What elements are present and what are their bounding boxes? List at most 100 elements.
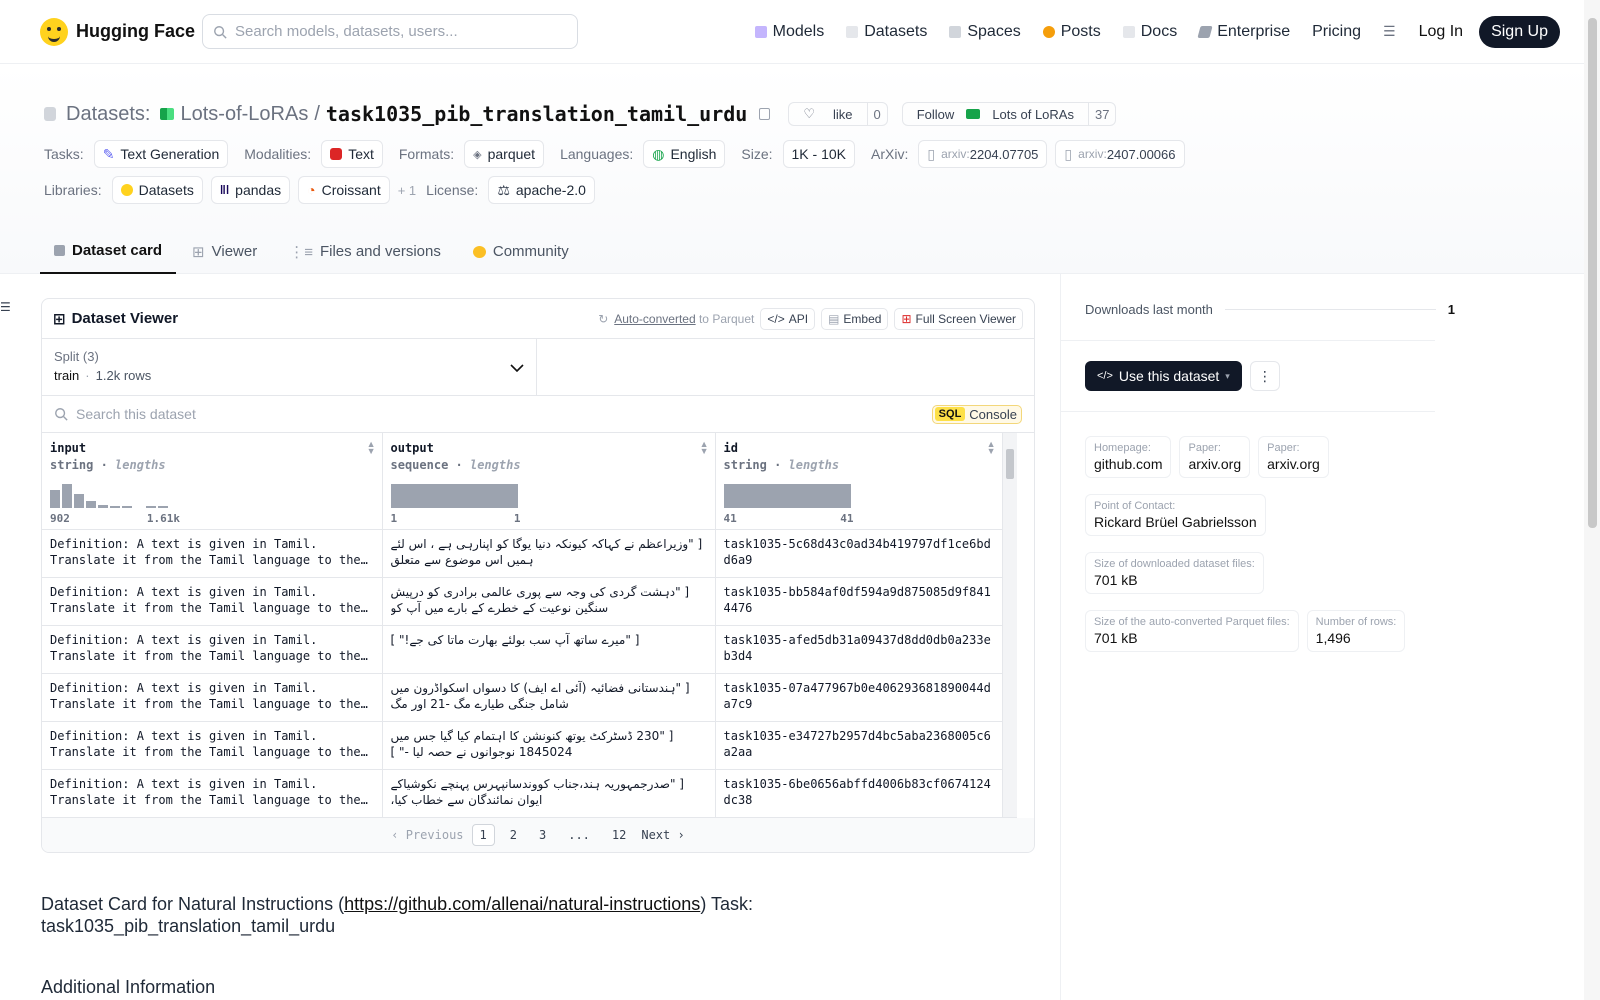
cell-output[interactable]: [ "وزیراعظم نے کہاکہ کیونکہ دنیا یوگا کو… [382, 529, 716, 578]
column-header-output[interactable]: output sequence · lengths 11 ▲ ▼ [382, 433, 716, 530]
brand-name: Hugging Face [76, 21, 196, 41]
table-scrollbar[interactable] [1002, 433, 1017, 818]
table-row[interactable]: Definition: A text is given in Tamil. Tr… [42, 673, 1003, 722]
dataset-search-input[interactable]: Search this dataset SQL Console [42, 396, 1034, 433]
cell-output[interactable]: [ "دہشت گردی کی وجہ سے پوری عالمی برادری… [382, 577, 716, 626]
sort-icon[interactable]: ▲ ▼ [987, 440, 996, 456]
cell-input[interactable]: Definition: A text is given in Tamil. Tr… [42, 577, 383, 626]
brand-logo[interactable]: Hugging Face [40, 17, 202, 46]
like-button[interactable]: ♡ like 0 [788, 102, 888, 126]
next-button[interactable]: Next › [641, 828, 684, 842]
cell-id[interactable]: task1035-6be0656abffd4006b83cf0674124dc3… [715, 769, 1003, 818]
cell-id[interactable]: task1035-afed5db31a09437d8dd0db0a233eb3d… [715, 625, 1003, 674]
table-row[interactable]: Definition: A text is given in Tamil. Tr… [42, 625, 1003, 674]
page-scrollbar[interactable] [1584, 0, 1600, 1000]
section-link[interactable]: Datasets: [66, 103, 150, 126]
page-scrollbar-thumb[interactable] [1588, 18, 1597, 528]
cell-id[interactable]: task1035-bb584af0df594a9d875085d9f841447… [715, 577, 1003, 626]
cell-input[interactable]: Definition: A text is given in Tamil. Tr… [42, 529, 383, 578]
nav-docs[interactable]: Docs [1112, 23, 1188, 41]
task-chip[interactable]: ✎ Text Generation [93, 140, 229, 168]
info-card[interactable]: Homepage: github.com [1085, 436, 1172, 478]
column-name: output [390, 441, 434, 455]
histogram-bar [86, 501, 96, 508]
auto-converted-link[interactable]: Auto-converted to Parquet [614, 312, 754, 326]
more-options-button[interactable]: ⋮ [1249, 361, 1280, 391]
info-card[interactable]: Paper: arxiv.org [1179, 436, 1251, 478]
modality-chip[interactable]: Text [321, 140, 383, 168]
languages-label: Languages: [560, 146, 634, 162]
chat-icon [1042, 25, 1055, 38]
global-search-input[interactable]: Search models, datasets, users... [202, 14, 578, 49]
nav-pricing[interactable]: Pricing [1301, 23, 1372, 41]
cell-output[interactable]: [ "میرے ساتھ آپ سب بولئے بھارت ماتا کی ج… [382, 625, 716, 674]
tab-files[interactable]: ⋮≡ Files and versions [273, 242, 457, 274]
divider [1061, 340, 1435, 341]
format-chip[interactable]: ◈ parquet [464, 140, 545, 168]
library-chip-pandas[interactable]: ǁǀ pandas [210, 176, 291, 204]
table-row[interactable]: Definition: A text is given in Tamil. Tr… [42, 721, 1003, 770]
cell-output[interactable]: [ "ہندستانی فضائیہ (آئی اے ایف) کا دسواں… [382, 673, 716, 722]
tab-viewer[interactable]: ⊞ Viewer [176, 242, 273, 274]
arxiv-chip-2[interactable]: ▯ arxiv: 2407.00066 [1055, 140, 1185, 168]
cell-input[interactable]: Definition: A text is given in Tamil. Tr… [42, 625, 383, 674]
more-menu-icon[interactable]: ☰ [1372, 23, 1407, 40]
cell-input[interactable]: Definition: A text is given in Tamil. Tr… [42, 673, 383, 722]
sql-console-button[interactable]: SQL Console [931, 404, 1022, 424]
cell-id[interactable]: task1035-5c68d43c0ad34b419797df1ce6bdd6a… [715, 529, 1003, 578]
search-icon [214, 25, 227, 39]
page-3-button[interactable]: 3 [532, 825, 553, 845]
info-card: Size of the auto-converted Parquet files… [1085, 610, 1299, 652]
embed-button[interactable]: ▤ Embed [821, 307, 889, 330]
histogram-range: 902 1.61k [50, 512, 180, 525]
cell-id[interactable]: task1035-e34727b2957d4bc5aba2368005c6a2a… [715, 721, 1003, 770]
nav-posts[interactable]: Posts [1032, 23, 1112, 41]
language-chip[interactable]: ◍ English [643, 140, 726, 168]
login-button[interactable]: Log In [1407, 23, 1475, 41]
page-1-button[interactable]: 1 [471, 824, 495, 846]
library-chip-datasets[interactable]: Datasets [111, 176, 203, 204]
copy-icon[interactable] [759, 108, 771, 120]
follow-button[interactable]: Follow Lots of LoRAs 37 [901, 102, 1117, 126]
column-header-id[interactable]: id string · lengths 41 41 ▲ ▼ [715, 433, 1003, 530]
tab-dataset-card[interactable]: Dataset card [40, 242, 177, 274]
column-header-input[interactable]: input string · lengths 902 1.61k ▲ ▼ [42, 433, 383, 530]
tab-community[interactable]: Community [457, 242, 585, 274]
split-select[interactable]: Split (3) train · 1.2k rows [42, 339, 537, 395]
cell-input[interactable]: Definition: A text is given in Tamil. Tr… [42, 769, 383, 818]
cell-input[interactable]: Definition: A text is given in Tamil. Tr… [42, 721, 383, 770]
owner-link[interactable]: Lots-of-LoRAs [180, 103, 308, 126]
signup-button[interactable]: Sign Up [1479, 15, 1560, 48]
libraries-more[interactable]: + 1 [398, 183, 416, 198]
nav-enterprise[interactable]: Enterprise [1188, 23, 1301, 41]
table-row[interactable]: Definition: A text is given in Tamil. Tr… [42, 769, 1003, 818]
sort-icon[interactable]: ▲ ▼ [700, 440, 709, 456]
cell-id[interactable]: task1035-07a477967b0e406293681890044da7c… [715, 673, 1003, 722]
nav-spaces[interactable]: Spaces [938, 23, 1031, 41]
api-button[interactable]: </> API [760, 307, 816, 330]
nav-enterprise-label: Enterprise [1217, 22, 1291, 40]
table-row[interactable]: Definition: A text is given in Tamil. Tr… [42, 577, 1003, 626]
nav-datasets[interactable]: Datasets [835, 23, 938, 41]
toc-toggle-icon[interactable]: ☰ [0, 300, 11, 314]
page-12-button[interactable]: 12 [605, 825, 633, 845]
info-card[interactable]: Paper: arxiv.org [1258, 436, 1329, 478]
size-chip[interactable]: 1K - 10K [782, 140, 855, 168]
sort-icon[interactable]: ▲ ▼ [367, 440, 376, 456]
scrollbar-thumb[interactable] [1005, 449, 1014, 479]
cell-output[interactable]: [ "230 ڈسٹرکٹ یوتھ کنونشن کا اہتمام کیا … [382, 721, 716, 770]
fullscreen-button[interactable]: ⊞ Full Screen Viewer [894, 307, 1023, 330]
arxiv-chip-1[interactable]: ▯ arxiv: 2204.07705 [918, 140, 1048, 168]
tab-label: Dataset card [72, 242, 163, 259]
nav-models[interactable]: Models [744, 23, 836, 41]
natural-instructions-link[interactable]: https://github.com/allenai/natural-instr… [344, 894, 700, 914]
library-chip-croissant[interactable]: ◔ Croissant [298, 176, 390, 204]
cell-output[interactable]: [ "صدرجمہوریہ ہند،جناب کووندسانپہرس پہنچ… [382, 769, 716, 818]
use-this-dataset-button[interactable]: </> Use this dataset ▾ [1085, 361, 1242, 391]
table-row[interactable]: Definition: A text is given in Tamil. Tr… [42, 529, 1003, 578]
table-icon: ⊞ [192, 243, 205, 261]
page-2-button[interactable]: 2 [503, 825, 524, 845]
license-chip[interactable]: ⚖ apache-2.0 [488, 176, 595, 204]
histogram-bar [122, 506, 132, 508]
previous-button[interactable]: ‹ Previous [391, 828, 463, 842]
